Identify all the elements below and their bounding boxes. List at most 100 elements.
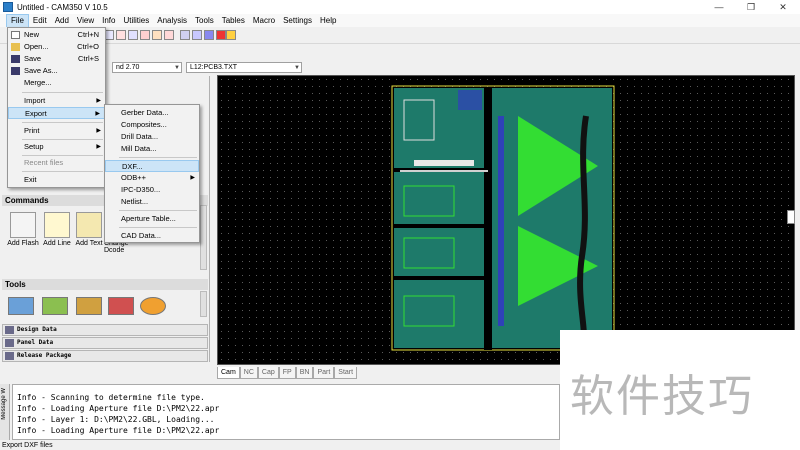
menu-item-label: Export xyxy=(25,109,47,118)
menu-view[interactable]: View xyxy=(73,15,98,27)
menu-separator xyxy=(119,210,197,211)
snap-icon[interactable] xyxy=(192,30,202,40)
nav-panel-data[interactable]: Panel Data xyxy=(2,337,208,349)
menu-info[interactable]: Info xyxy=(98,15,119,27)
tab-fp[interactable]: FP xyxy=(278,367,296,379)
layer-combo[interactable]: nd 2.70 ▼ xyxy=(112,62,182,73)
menu-item-setup[interactable]: Setup ▶ xyxy=(8,141,105,153)
export-mill-data[interactable]: Mill Data... xyxy=(105,143,199,155)
export-aperture-table[interactable]: Aperture Table... xyxy=(105,213,199,225)
menu-item-merge[interactable]: Merge... xyxy=(8,77,105,89)
menu-macro[interactable]: Macro xyxy=(249,15,279,27)
export-submenu: Gerber Data... Composites... Drill Data.… xyxy=(104,104,200,243)
export-cad-data[interactable]: CAD Data... xyxy=(105,230,199,242)
window-icon[interactable] xyxy=(152,30,162,40)
pcb-drawing xyxy=(391,85,615,351)
export-gerber-data[interactable]: Gerber Data... xyxy=(105,107,199,119)
menu-separator xyxy=(22,122,103,123)
export-drill-data[interactable]: Drill Data... xyxy=(105,131,199,143)
file-combo[interactable]: L12:PCB3.TXT ▼ xyxy=(186,62,302,73)
tool-icon[interactable] xyxy=(8,297,34,315)
shortcut: Ctrl+S xyxy=(77,54,99,63)
tools-scrollbar[interactable] xyxy=(200,291,207,317)
menu-item-label: Recent files xyxy=(24,158,64,167)
minimize-button[interactable]: — xyxy=(704,0,734,14)
menu-item-save-as[interactable]: Save As... xyxy=(8,65,105,77)
new-file-icon xyxy=(11,31,20,39)
menu-item-exit[interactable]: Exit xyxy=(8,174,105,186)
menu-item-export[interactable]: Export ▶ xyxy=(8,107,105,119)
open-folder-icon xyxy=(11,43,20,51)
add-flash-command[interactable]: Add Flash xyxy=(6,212,40,247)
dots-icon[interactable] xyxy=(204,30,214,40)
nav-design-data[interactable]: Design Data xyxy=(2,324,208,336)
cam-canvas[interactable] xyxy=(217,75,795,365)
menu-utilities[interactable]: Utilities xyxy=(119,15,153,27)
menu-item-save[interactable]: Save Ctrl+S xyxy=(8,53,105,65)
shortcut: Ctrl+O xyxy=(77,42,99,51)
menu-item-label: IPC-D350... xyxy=(121,185,161,194)
add-line-command[interactable]: Add Line xyxy=(40,212,74,247)
pan-icon[interactable] xyxy=(128,30,138,40)
export-ipc-d350[interactable]: IPC-D350... xyxy=(105,184,199,196)
message-line: Info - Loading Aperture file D:\PM2\22.a… xyxy=(17,404,220,413)
menu-help[interactable]: Help xyxy=(316,15,340,27)
layer-combo-value: nd 2.70 xyxy=(116,64,140,71)
nav-release-package[interactable]: Release Package xyxy=(2,350,208,362)
menu-item-label: Save As... xyxy=(24,66,58,75)
export-odb[interactable]: ODB++ ▶ xyxy=(105,172,199,184)
tab-part[interactable]: Part xyxy=(313,367,335,379)
zoom-out-icon[interactable] xyxy=(116,30,126,40)
tool-icon[interactable] xyxy=(76,297,102,315)
canvas-scroll-thumb[interactable] xyxy=(787,210,795,224)
export-dxf[interactable]: DXF... xyxy=(105,160,199,172)
tool-icon[interactable] xyxy=(108,297,134,315)
add-text-command[interactable]: Add Text xyxy=(72,212,106,247)
redraw-icon[interactable] xyxy=(140,30,150,40)
message-window-label: Message W xyxy=(1,388,7,420)
menu-item-print[interactable]: Print ▶ xyxy=(8,125,105,137)
status-text: Export DXF files xyxy=(2,442,53,449)
save-as-icon xyxy=(11,67,20,75)
menu-file[interactable]: File xyxy=(6,13,29,28)
file-menu: New Ctrl+N Open... Ctrl+O Save Ctrl+S Sa… xyxy=(7,27,106,188)
tab-cap[interactable]: Cap xyxy=(257,367,279,379)
maximize-button[interactable]: ❒ xyxy=(736,0,766,14)
menu-settings[interactable]: Settings xyxy=(279,15,316,27)
close-button[interactable]: ✕ xyxy=(768,0,798,14)
menu-item-label: Open... xyxy=(24,42,49,51)
export-netlist[interactable]: Netlist... xyxy=(105,196,199,208)
title-bar: Untitled - CAM350 V 10.5 — ❒ ✕ xyxy=(0,0,800,14)
tab-nc[interactable]: NC xyxy=(239,367,258,379)
menu-tables[interactable]: Tables xyxy=(218,15,249,27)
message-window-tab[interactable]: Message W xyxy=(0,384,10,440)
menu-item-import[interactable]: Import ▶ xyxy=(8,95,105,107)
tool-icon[interactable] xyxy=(140,297,166,315)
commands-scrollbar[interactable] xyxy=(200,205,207,270)
menu-item-label: Composites... xyxy=(121,120,167,129)
palette-icon[interactable] xyxy=(226,30,236,40)
menu-edit[interactable]: Edit xyxy=(29,15,51,27)
menu-add[interactable]: Add xyxy=(51,15,73,27)
menu-item-open[interactable]: Open... Ctrl+O xyxy=(8,41,105,53)
menu-item-label: Mill Data... xyxy=(121,144,157,153)
command-label: Add Text xyxy=(75,240,103,247)
menu-tools[interactable]: Tools xyxy=(191,15,218,27)
tab-cam[interactable]: Cam xyxy=(217,367,240,379)
menu-separator xyxy=(22,155,103,156)
color-icon[interactable] xyxy=(216,30,226,40)
grid-icon[interactable] xyxy=(180,30,190,40)
menu-item-label: ODB++ xyxy=(121,173,147,182)
tab-bn[interactable]: BN xyxy=(295,367,314,379)
menu-analysis[interactable]: Analysis xyxy=(153,15,191,27)
message-line: Info - Scanning to determine file type. xyxy=(17,393,205,402)
menu-item-new[interactable]: New Ctrl+N xyxy=(8,29,105,41)
tools-header: Tools xyxy=(2,279,208,290)
layer-icon[interactable] xyxy=(164,30,174,40)
menu-separator xyxy=(119,227,197,228)
window-title: Untitled - CAM350 V 10.5 xyxy=(17,2,108,12)
tool-icon[interactable] xyxy=(42,297,68,315)
menu-item-label: Merge... xyxy=(24,78,52,87)
export-composites[interactable]: Composites... xyxy=(105,119,199,131)
tab-start[interactable]: Start xyxy=(334,367,358,379)
